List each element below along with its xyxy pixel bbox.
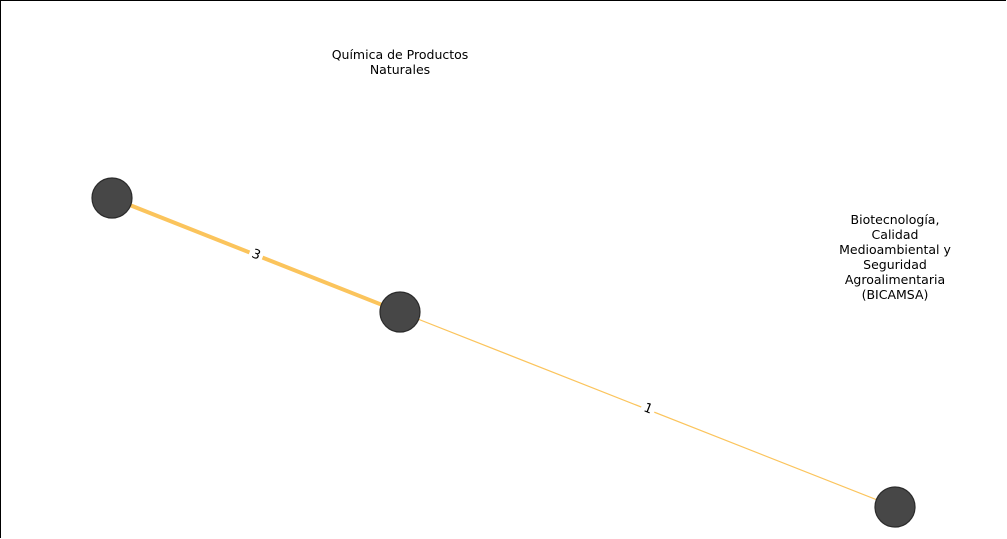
edge-n2-n3: 1: [399, 311, 896, 508]
edge-n1-n2: 3: [110, 196, 402, 314]
node-label-quimica: Química de Productos Naturales: [331, 47, 469, 77]
graph-node: [874, 486, 916, 528]
node-label-bicamsa: Biotecnología, Calidad Medioambiental y …: [839, 212, 951, 302]
graph-node: [91, 177, 133, 219]
graph-node: [379, 291, 421, 333]
